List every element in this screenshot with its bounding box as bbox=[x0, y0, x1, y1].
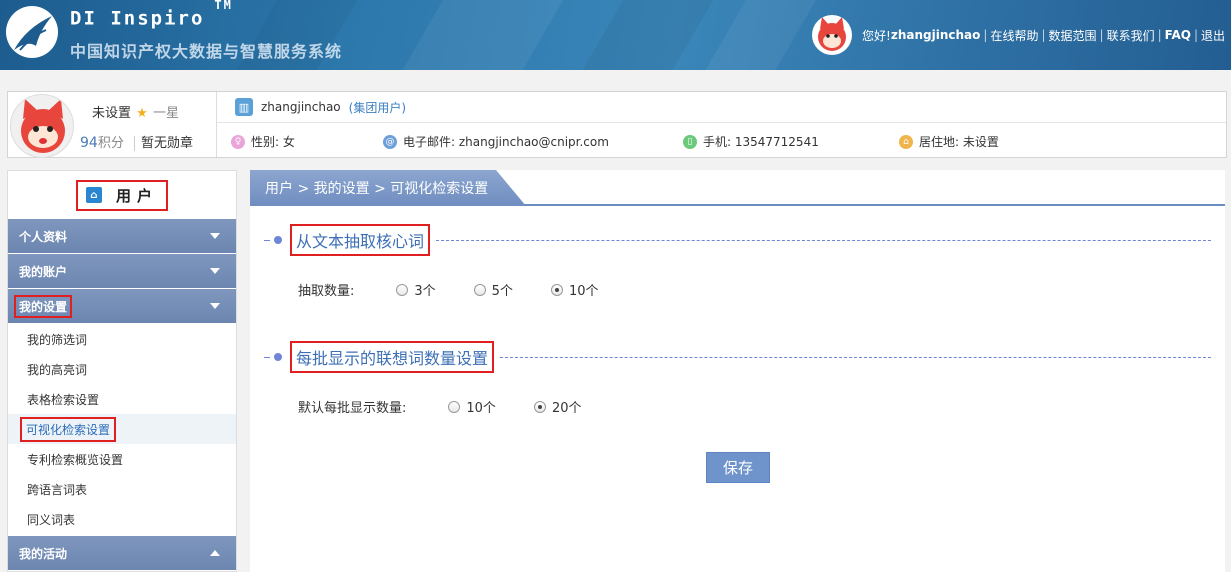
app-header: DI InspiroTM 中国知识产权大数据与智慧服务系统 您好! zhangj… bbox=[0, 0, 1231, 70]
profile-details-row: ♀ 性别: 女 @ 电子邮件: zhangjinchao@cnipr.com ▯… bbox=[217, 124, 1226, 157]
institution-icon: ▥ bbox=[235, 98, 253, 116]
sidebar-section-profile[interactable]: 个人资料 bbox=[8, 219, 236, 253]
bullet-icon bbox=[274, 236, 282, 244]
sidebar-item-visual-search-settings[interactable]: 可视化检索设置 bbox=[8, 414, 236, 444]
gender-info: ♀ 性别: 女 bbox=[231, 133, 295, 150]
save-button[interactable]: 保存 bbox=[706, 452, 770, 483]
help-link[interactable]: 在线帮助 bbox=[990, 27, 1038, 44]
chevron-down-icon bbox=[210, 303, 220, 309]
sidebar-item-cross-language-glossary[interactable]: 跨语言词表 bbox=[8, 474, 236, 504]
section-title: 从文本抽取核心词 bbox=[290, 224, 431, 256]
user-score: 94积分 暂无勋章 bbox=[80, 135, 193, 151]
user-group: (集团用户) bbox=[348, 100, 407, 115]
bullet-icon bbox=[274, 353, 282, 361]
header-separator: | bbox=[1041, 28, 1046, 42]
sidebar-item-table-search-settings[interactable]: 表格检索设置 bbox=[8, 384, 236, 414]
greeting-text: 您好! bbox=[862, 28, 891, 43]
user-level: 未设置 ★ 一星 bbox=[92, 106, 179, 121]
sidebar-item-filter-words[interactable]: 我的筛选词 bbox=[8, 324, 236, 354]
breadcrumb-bar: 用户 > 我的设置 > 可视化检索设置 bbox=[250, 170, 1225, 206]
header-separator: | bbox=[983, 28, 988, 42]
residence-info: ⌂ 居住地: 未设置 bbox=[899, 133, 999, 150]
sidebar-item-highlight-words[interactable]: 我的高亮词 bbox=[8, 354, 236, 384]
logo-icon[interactable] bbox=[6, 6, 58, 58]
email-icon: @ bbox=[383, 134, 397, 149]
radio-extract-10[interactable]: 10个 bbox=[550, 280, 599, 299]
main-content: 用户 > 我的设置 > 可视化检索设置 从文本抽取核心词 抽取数量: 3个 5个… bbox=[250, 170, 1225, 572]
radio-extract-3[interactable]: 3个 bbox=[396, 280, 436, 299]
header-avatar[interactable] bbox=[812, 15, 853, 55]
email-info: @ 电子邮件: zhangjinchao@cnipr.com bbox=[383, 133, 609, 150]
profile-strip: 未设置 ★ 一星 94积分 暂无勋章 ▥ zhangjinchao (集团用户)… bbox=[7, 91, 1227, 158]
sidebar-section-account[interactable]: 我的账户 bbox=[8, 254, 236, 288]
sidebar-section-settings[interactable]: 我的设置 bbox=[8, 289, 236, 323]
header-username[interactable]: zhangjinchao bbox=[891, 28, 981, 42]
brand-name: DI InspiroTM bbox=[70, 0, 233, 30]
suggest-count-row: 默认每批显示数量: 10个 20个 bbox=[298, 397, 619, 416]
phone-icon: ▯ bbox=[683, 134, 697, 149]
suggest-count-label: 默认每批显示数量: bbox=[298, 401, 407, 416]
header-separator: | bbox=[1157, 28, 1162, 42]
profile-avatar[interactable] bbox=[10, 94, 74, 158]
profile-username: zhangjinchao bbox=[261, 100, 341, 114]
radio-suggest-20[interactable]: 20个 bbox=[533, 397, 581, 416]
sidebar-item-synonym-glossary[interactable]: 同义词表 bbox=[8, 504, 236, 534]
star-icon: ★ bbox=[136, 106, 148, 121]
home-icon: ⌂ bbox=[899, 134, 913, 149]
logout-link[interactable]: 退出 bbox=[1201, 27, 1225, 44]
profile-summary: 未设置 ★ 一星 94积分 暂无勋章 bbox=[8, 92, 217, 158]
phone-info: ▯ 手机: 13547712541 bbox=[683, 133, 819, 150]
sidebar: ⌂ 用户 个人资料 我的账户 我的设置 我的筛选词 我的高亮词 表格检索设置 可… bbox=[7, 170, 237, 572]
gender-icon: ♀ bbox=[231, 134, 245, 149]
home-icon: ⌂ bbox=[85, 187, 102, 203]
breadcrumb: 用户 > 我的设置 > 可视化检索设置 bbox=[250, 170, 526, 206]
chevron-down-icon bbox=[210, 268, 220, 274]
faq-link[interactable]: FAQ bbox=[1165, 28, 1191, 42]
section-title: 每批显示的联想词数量设置 bbox=[290, 341, 495, 373]
contact-link[interactable]: 联系我们 bbox=[1107, 27, 1155, 44]
chevron-up-icon bbox=[210, 550, 220, 556]
brand-tagline: 中国知识产权大数据与智慧服务系统 bbox=[70, 42, 343, 61]
data-scope-link[interactable]: 数据范围 bbox=[1049, 27, 1097, 44]
extract-count-row: 抽取数量: 3个 5个 10个 bbox=[298, 280, 637, 299]
header-separator: | bbox=[1099, 28, 1104, 42]
radio-suggest-10[interactable]: 10个 bbox=[448, 397, 496, 416]
sidebar-title: ⌂ 用户 bbox=[8, 171, 236, 219]
extract-count-label: 抽取数量: bbox=[298, 284, 355, 299]
header-user-area: 您好! zhangjinchao | 在线帮助 | 数据范围 | 联系我们 | … bbox=[812, 15, 1225, 55]
section-suggest-count: 每批显示的联想词数量设置 bbox=[264, 341, 1211, 373]
radio-extract-5[interactable]: 5个 bbox=[473, 280, 513, 299]
section-keyword-extraction: 从文本抽取核心词 bbox=[264, 224, 1211, 256]
sidebar-section-activity[interactable]: 我的活动 bbox=[8, 536, 236, 570]
header-separator: | bbox=[1193, 28, 1198, 42]
user-badge: 暂无勋章 bbox=[133, 136, 193, 151]
profile-name-row: ▥ zhangjinchao (集团用户) bbox=[217, 92, 1226, 123]
sidebar-item-patent-overview-settings[interactable]: 专利检索概览设置 bbox=[8, 444, 236, 474]
chevron-down-icon bbox=[210, 233, 220, 239]
